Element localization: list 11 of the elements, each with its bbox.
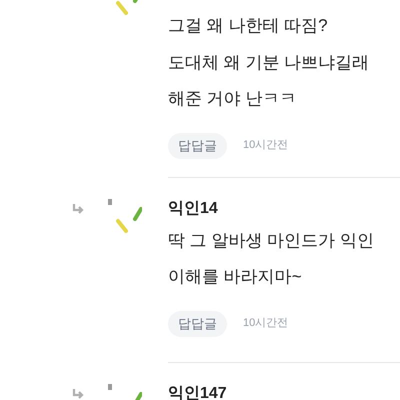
timestamp: 10시간전 [243,316,288,332]
comment-text: 딱 그 알바생 마인드가 익인 [168,230,374,252]
comment-text: 그걸 왜 나한테 따짐? [168,15,329,37]
author-name: 익인147 [168,384,227,400]
reply-button[interactable]: 답답글 [168,310,227,336]
comment-text: 이해를 바라지마~ [168,266,303,288]
comment-text: 해준 거야 난ㅋㅋ [168,88,298,110]
comment-text: 도대체 왜 기분 나쁘냐길래 [168,52,370,74]
reply-button[interactable]: 답답글 [168,132,227,158]
timestamp: 10시간전 [243,138,288,154]
author-name: 익인14 [168,198,219,218]
